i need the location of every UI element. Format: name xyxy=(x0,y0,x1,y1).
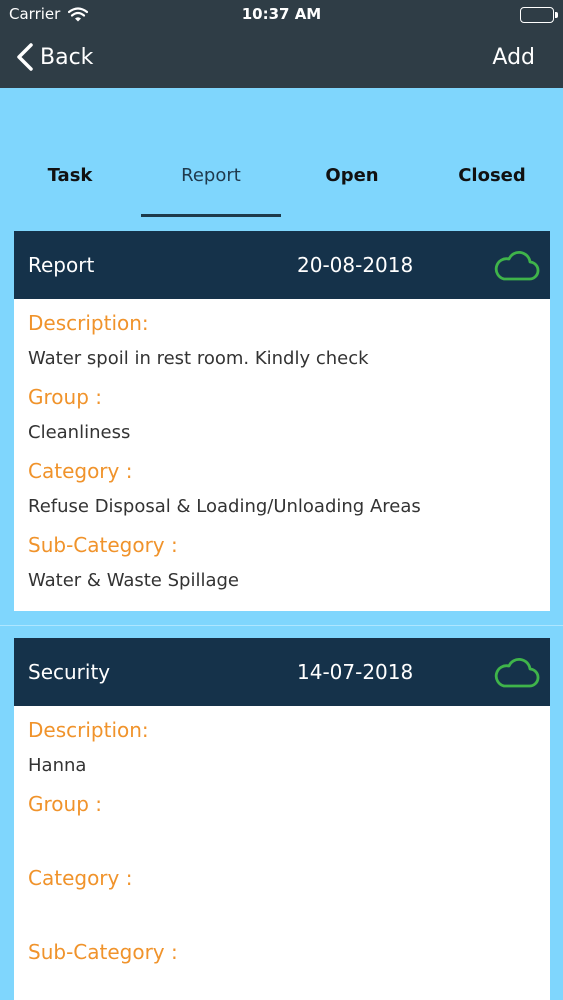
card-type: Security xyxy=(28,660,111,684)
tab-open[interactable]: Open xyxy=(282,165,422,186)
back-button[interactable]: Back xyxy=(16,42,93,72)
card-header: Security 14-07-2018 xyxy=(14,638,550,706)
tab-bar: Task Report Open Closed xyxy=(0,150,563,220)
selected-tab-indicator xyxy=(141,214,281,217)
subcategory-label: Sub-Category : xyxy=(28,533,178,557)
category-label: Category : xyxy=(28,866,133,890)
category-value: Refuse Disposal & Loading/Unloading Area… xyxy=(28,496,421,517)
description-value: Hanna xyxy=(28,755,87,776)
status-bar: Carrier 10:37 AM xyxy=(0,0,563,30)
card-body: Description: Hanna Group : Category : Su… xyxy=(14,706,550,1000)
group-label: Group : xyxy=(28,792,102,816)
group-value xyxy=(28,822,536,860)
report-card[interactable]: Security 14-07-2018 Description: Hanna G… xyxy=(14,638,550,1000)
tab-closed[interactable]: Closed xyxy=(422,165,562,186)
category-value xyxy=(28,896,536,934)
back-button-label: Back xyxy=(40,44,94,70)
subcategory-value xyxy=(28,970,536,1000)
cloud-icon[interactable] xyxy=(492,249,540,287)
clock: 10:37 AM xyxy=(241,5,322,23)
separator xyxy=(0,625,563,626)
tab-task[interactable]: Task xyxy=(0,165,140,186)
add-button[interactable]: Add xyxy=(492,45,535,70)
card-date: 20-08-2018 xyxy=(297,253,414,277)
card-type: Report xyxy=(28,253,95,277)
tab-report[interactable]: Report xyxy=(141,165,281,186)
card-date: 14-07-2018 xyxy=(297,660,414,684)
category-label: Category : xyxy=(28,459,133,483)
subcategory-label: Sub-Category : xyxy=(28,940,178,964)
navigation-bar: Carrier 10:37 AM Back Add xyxy=(0,0,563,88)
cloud-icon[interactable] xyxy=(492,656,540,694)
card-header: Report 20-08-2018 xyxy=(14,231,550,299)
description-value: Water spoil in rest room. Kindly check xyxy=(28,348,369,369)
chevron-left-icon xyxy=(17,43,33,71)
description-label: Description: xyxy=(28,311,149,335)
report-card[interactable]: Report 20-08-2018 Description: Water spo… xyxy=(14,231,550,611)
group-label: Group : xyxy=(28,385,102,409)
card-body: Description: Water spoil in rest room. K… xyxy=(14,299,550,601)
description-label: Description: xyxy=(28,718,149,742)
group-value: Cleanliness xyxy=(28,422,131,443)
subcategory-value: Water & Waste Spillage xyxy=(28,570,239,591)
battery-icon xyxy=(520,7,558,23)
